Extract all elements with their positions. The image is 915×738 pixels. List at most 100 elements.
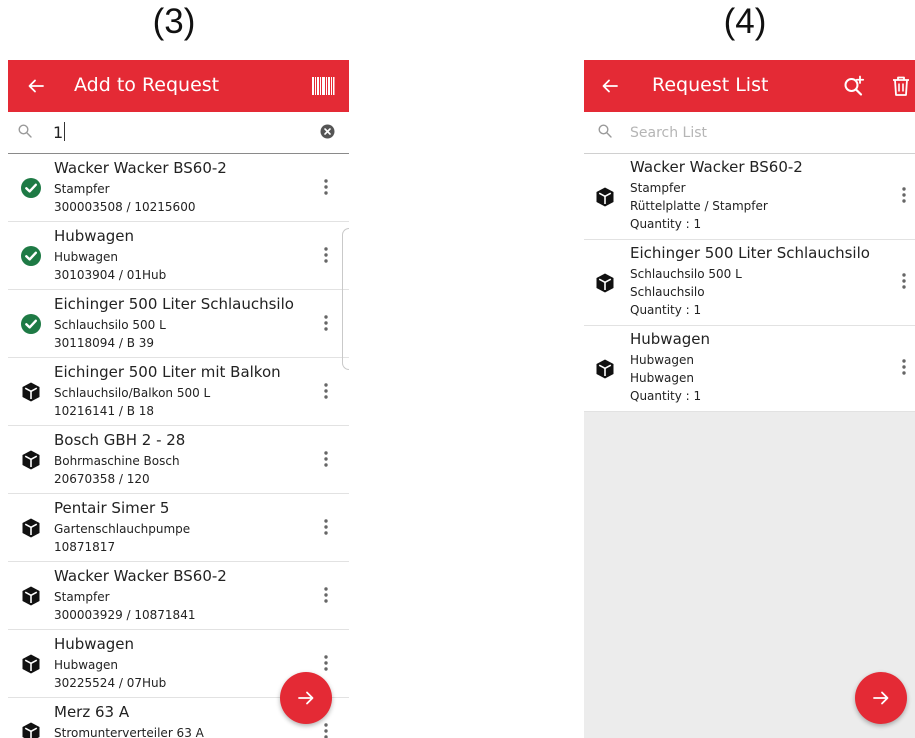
item-id: 300003508 / 10215600 xyxy=(54,200,196,214)
more-vert-icon[interactable] xyxy=(319,584,333,606)
item-category: Schlauchsilo xyxy=(630,285,705,299)
item-id: 10216141 / B 18 xyxy=(54,404,155,418)
trash-icon xyxy=(893,76,909,96)
item-id: 30225524 / 07Hub xyxy=(54,676,167,690)
more-vert-icon[interactable] xyxy=(897,356,911,378)
cube-icon xyxy=(20,449,42,471)
item-title: Hubwagen xyxy=(54,227,135,245)
next-fab-button[interactable] xyxy=(280,672,332,724)
item-quantity: Quantity : 1 xyxy=(630,389,702,403)
item-id: 20670358 / 120 xyxy=(54,472,150,486)
delete-button[interactable] xyxy=(887,72,915,100)
item-quantity: Quantity : 1 xyxy=(630,217,702,231)
cube-icon xyxy=(594,272,616,294)
search-bar xyxy=(584,112,915,154)
add-search-button[interactable] xyxy=(840,72,868,100)
item-subtitle: Bohrmaschine Bosch xyxy=(54,454,180,468)
cube-icon xyxy=(20,585,42,607)
item-title: Eichinger 500 Liter Schlauchsilo xyxy=(630,244,870,262)
item-quantity: Quantity : 1 xyxy=(630,303,702,317)
search-input-value: 1 xyxy=(53,123,64,142)
search-icon xyxy=(598,124,612,138)
arrow-left-icon xyxy=(28,79,44,93)
item-title: Hubwagen xyxy=(54,635,135,653)
search-input[interactable]: 1 xyxy=(53,122,66,142)
list-item[interactable]: Eichinger 500 Liter mit Balkon Schlauchsi… xyxy=(8,358,349,426)
cube-icon xyxy=(594,186,616,208)
back-button[interactable] xyxy=(22,72,50,100)
item-title: Wacker Wacker BS60-2 xyxy=(54,159,227,177)
item-subtitle: Schlauchsilo/Balkon 500 L xyxy=(54,386,211,400)
check-circle-icon xyxy=(20,177,42,199)
barcode-scan-button[interactable] xyxy=(309,72,337,100)
barcode-icon xyxy=(312,77,335,95)
item-subtitle: Gartenschlauchpumpe xyxy=(54,522,191,536)
more-vert-icon[interactable] xyxy=(319,516,333,538)
page-title: Request List xyxy=(652,74,769,96)
item-title: Wacker Wacker BS60-2 xyxy=(630,158,803,176)
search-plus-icon xyxy=(844,75,865,96)
next-fab-button[interactable] xyxy=(855,672,907,724)
search-bar: 1 xyxy=(8,112,349,154)
list-item[interactable]: Wacker Wacker BS60-2 Stampfer 300003508 / … xyxy=(8,154,349,222)
scrollbar[interactable] xyxy=(342,228,349,370)
item-title: Hubwagen xyxy=(630,330,711,348)
item-title: Merz 63 A xyxy=(54,703,130,721)
item-subtitle: Hubwagen xyxy=(54,250,119,264)
item-subtitle: Stampfer xyxy=(54,182,110,196)
arrow-right-icon xyxy=(298,691,314,705)
cube-icon xyxy=(20,721,42,738)
request-items-list: Wacker Wacker BS60-2 Stampfer Rüttelplatte… xyxy=(584,154,915,412)
item-title: Bosch GBH 2 - 28 xyxy=(54,431,186,449)
item-subtitle: Stromunterverteiler 63 A xyxy=(54,726,204,738)
search-icon xyxy=(18,124,32,138)
more-vert-icon[interactable] xyxy=(319,652,333,674)
item-subtitle: Hubwagen xyxy=(630,353,695,367)
item-id: 30118094 / B 39 xyxy=(54,336,155,350)
cube-icon xyxy=(20,381,42,403)
search-list-input[interactable] xyxy=(628,120,872,146)
item-id: 30103904 / 01Hub xyxy=(54,268,167,282)
search-results-list: Wacker Wacker BS60-2 Stampfer 300003508 / … xyxy=(8,154,349,738)
more-vert-icon[interactable] xyxy=(319,176,333,198)
more-vert-icon[interactable] xyxy=(897,184,911,206)
item-id: 300003929 / 10871841 xyxy=(54,608,196,622)
arrow-right-icon xyxy=(873,691,889,705)
item-id: 10871817 xyxy=(54,540,116,554)
check-circle-icon xyxy=(20,245,42,267)
check-circle-icon xyxy=(20,313,42,335)
list-item[interactable]: Pentair Simer 5 Gartenschlauchpumpe 108718… xyxy=(8,494,349,562)
more-vert-icon[interactable] xyxy=(319,312,333,334)
list-item[interactable]: Wacker Wacker BS60-2 Stampfer 300003929 / … xyxy=(8,562,349,630)
more-vert-icon[interactable] xyxy=(319,720,333,738)
item-subtitle: Schlauchsilo 500 L xyxy=(54,318,166,332)
item-title: Eichinger 500 Liter Schlauchsilo xyxy=(54,295,294,313)
arrow-left-icon xyxy=(602,79,618,93)
clear-circle-icon[interactable] xyxy=(320,124,335,139)
figure-label-4: (4) xyxy=(723,2,767,41)
item-subtitle: Schlauchsilo 500 L xyxy=(630,267,742,281)
item-category: Rüttelplatte / Stampfer xyxy=(630,199,768,213)
more-vert-icon[interactable] xyxy=(319,448,333,470)
list-item[interactable]: Hubwagen Hubwagen 30103904 / 01Hub xyxy=(8,222,349,290)
cube-icon xyxy=(20,653,42,675)
figure-label-3: (3) xyxy=(152,2,196,41)
list-item[interactable]: Eichinger 500 Liter Schlauchsilo Schlauch… xyxy=(584,240,915,326)
list-item[interactable]: Eichinger 500 Liter Schlauchsilo Schlauch… xyxy=(8,290,349,358)
item-category: Hubwagen xyxy=(630,371,695,385)
back-button[interactable] xyxy=(596,72,624,100)
app-bar: Add to Request xyxy=(8,60,349,112)
more-vert-icon[interactable] xyxy=(897,270,911,292)
cube-icon xyxy=(594,358,616,380)
item-title: Wacker Wacker BS60-2 xyxy=(54,567,227,585)
request-list-screen: Request List Wacker Wacker BS60-2 Stampfe… xyxy=(584,60,915,738)
list-item[interactable]: Hubwagen Hubwagen Hubwagen Quantity : 1 xyxy=(584,326,915,412)
list-item[interactable]: Bosch GBH 2 - 28 Bohrmaschine Bosch 206703… xyxy=(8,426,349,494)
more-vert-icon[interactable] xyxy=(319,380,333,402)
item-subtitle: Stampfer xyxy=(54,590,110,604)
cube-icon xyxy=(20,517,42,539)
page-title: Add to Request xyxy=(74,74,220,96)
list-item[interactable]: Wacker Wacker BS60-2 Stampfer Rüttelplatte… xyxy=(584,154,915,240)
app-bar: Request List xyxy=(584,60,915,112)
more-vert-icon[interactable] xyxy=(319,244,333,266)
